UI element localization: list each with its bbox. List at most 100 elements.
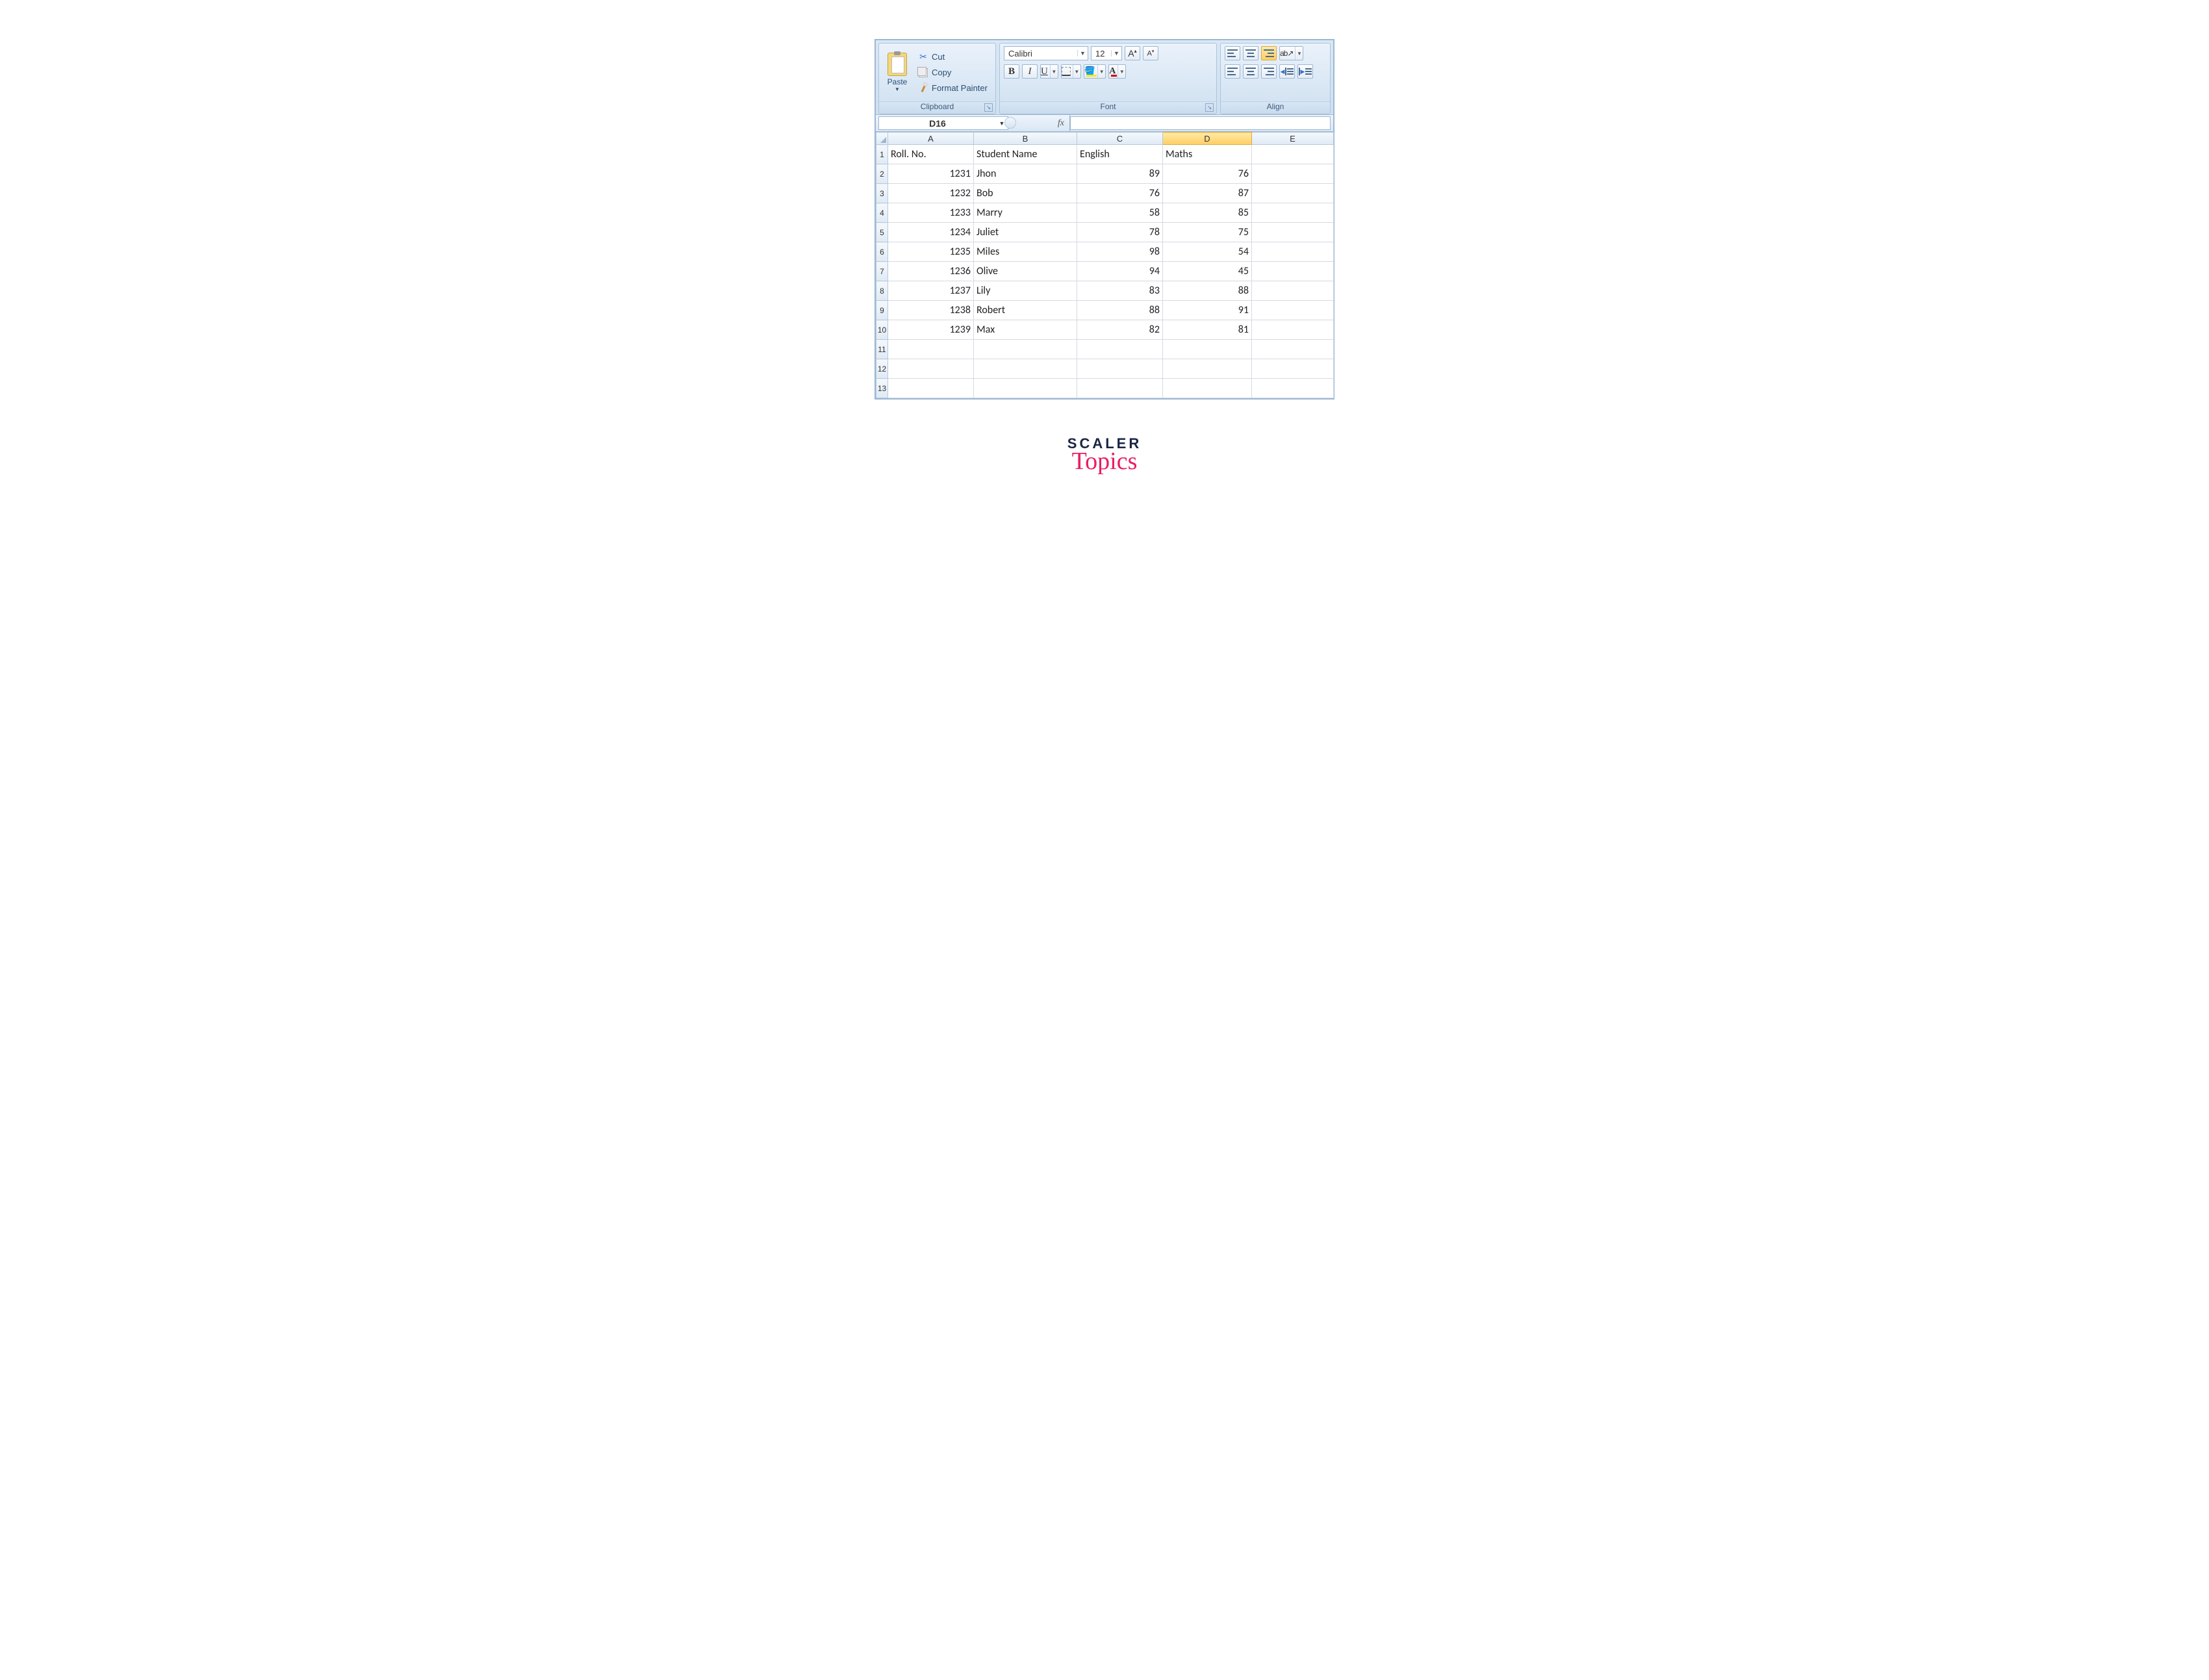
cell[interactable]: 78: [1077, 223, 1163, 242]
cell[interactable]: [1163, 359, 1252, 379]
cell[interactable]: Max: [974, 320, 1077, 340]
align-middle-button[interactable]: [1243, 46, 1258, 60]
select-all-corner[interactable]: [876, 133, 888, 145]
cell[interactable]: [1252, 301, 1334, 320]
copy-button[interactable]: Copy: [915, 66, 990, 79]
row-header[interactable]: 8: [876, 281, 888, 301]
cell[interactable]: 1237: [888, 281, 974, 301]
cell[interactable]: Juliet: [974, 223, 1077, 242]
cell[interactable]: [1163, 379, 1252, 398]
chevron-down-icon[interactable]: ▼: [1077, 50, 1088, 57]
cell[interactable]: [1077, 359, 1163, 379]
cell[interactable]: [1252, 242, 1334, 262]
increase-indent-button[interactable]: ▶: [1297, 64, 1313, 79]
cell[interactable]: 94: [1077, 262, 1163, 281]
cell[interactable]: 1235: [888, 242, 974, 262]
cell[interactable]: [1077, 379, 1163, 398]
cell[interactable]: 76: [1077, 184, 1163, 203]
chevron-down-icon[interactable]: ▼: [1050, 65, 1058, 78]
cell[interactable]: 85: [1163, 203, 1252, 223]
cell[interactable]: 1233: [888, 203, 974, 223]
row-header[interactable]: 7: [876, 262, 888, 281]
cell[interactable]: [974, 340, 1077, 359]
cell[interactable]: 76: [1163, 164, 1252, 184]
column-header-b[interactable]: B: [974, 133, 1077, 145]
chevron-down-icon[interactable]: ▼: [1073, 65, 1080, 78]
cell[interactable]: 87: [1163, 184, 1252, 203]
cell[interactable]: English: [1077, 145, 1163, 164]
cell[interactable]: 1236: [888, 262, 974, 281]
clipboard-launcher-icon[interactable]: ↘: [984, 103, 993, 112]
align-bottom-button[interactable]: [1261, 46, 1277, 60]
row-header[interactable]: 4: [876, 203, 888, 223]
row-header[interactable]: 2: [876, 164, 888, 184]
cell[interactable]: Olive: [974, 262, 1077, 281]
grow-font-button[interactable]: A▴: [1125, 46, 1140, 60]
cell[interactable]: 54: [1163, 242, 1252, 262]
cell[interactable]: [1252, 262, 1334, 281]
borders-button[interactable]: ▼: [1061, 64, 1081, 79]
column-header-a[interactable]: A: [888, 133, 974, 145]
cut-button[interactable]: ✂ Cut: [915, 51, 990, 64]
shrink-font-button[interactable]: A▾: [1143, 46, 1158, 60]
fill-color-button[interactable]: 🪣▼: [1084, 64, 1106, 79]
cell[interactable]: [1252, 281, 1334, 301]
cell[interactable]: [888, 340, 974, 359]
row-header[interactable]: 12: [876, 359, 888, 379]
cell[interactable]: Roll. No.: [888, 145, 974, 164]
bold-button[interactable]: B: [1004, 64, 1019, 79]
row-header[interactable]: 3: [876, 184, 888, 203]
cell[interactable]: 45: [1163, 262, 1252, 281]
font-name-combo[interactable]: Calibri ▼: [1004, 46, 1088, 60]
font-launcher-icon[interactable]: ↘: [1205, 103, 1214, 112]
cell[interactable]: Robert: [974, 301, 1077, 320]
row-header[interactable]: 1: [876, 145, 888, 164]
row-header[interactable]: 10: [876, 320, 888, 340]
cell[interactable]: [974, 359, 1077, 379]
cell[interactable]: [1252, 203, 1334, 223]
chevron-down-icon[interactable]: ▼: [1117, 65, 1125, 78]
name-box[interactable]: D16 ▼: [878, 116, 1008, 130]
font-color-button[interactable]: A▼: [1108, 64, 1126, 79]
cell[interactable]: Maths: [1163, 145, 1252, 164]
cell[interactable]: Marry: [974, 203, 1077, 223]
font-size-combo[interactable]: 12 ▼: [1091, 46, 1122, 60]
cell[interactable]: 75: [1163, 223, 1252, 242]
cell[interactable]: [974, 379, 1077, 398]
cell[interactable]: 81: [1163, 320, 1252, 340]
row-header[interactable]: 5: [876, 223, 888, 242]
chevron-down-icon[interactable]: ▼: [1111, 50, 1121, 57]
column-header-d[interactable]: D: [1163, 133, 1252, 145]
cell[interactable]: 83: [1077, 281, 1163, 301]
cell[interactable]: Jhon: [974, 164, 1077, 184]
cell[interactable]: [1252, 184, 1334, 203]
cell[interactable]: 1238: [888, 301, 974, 320]
cell[interactable]: [1077, 340, 1163, 359]
cell[interactable]: Bob: [974, 184, 1077, 203]
cell[interactable]: [1252, 164, 1334, 184]
row-header[interactable]: 6: [876, 242, 888, 262]
cell[interactable]: [1163, 340, 1252, 359]
cell[interactable]: 89: [1077, 164, 1163, 184]
cell[interactable]: [1252, 223, 1334, 242]
column-header-e[interactable]: E: [1252, 133, 1334, 145]
row-header[interactable]: 13: [876, 379, 888, 398]
row-header[interactable]: 9: [876, 301, 888, 320]
paste-button[interactable]: Paste ▼: [883, 46, 912, 99]
cell[interactable]: 88: [1077, 301, 1163, 320]
align-left-button[interactable]: [1225, 64, 1240, 79]
cell[interactable]: [888, 379, 974, 398]
cell[interactable]: 91: [1163, 301, 1252, 320]
fx-icon[interactable]: fx: [1058, 118, 1064, 129]
cell[interactable]: 58: [1077, 203, 1163, 223]
cell[interactable]: [1252, 340, 1334, 359]
decrease-indent-button[interactable]: ◀: [1279, 64, 1295, 79]
column-header-c[interactable]: C: [1077, 133, 1163, 145]
chevron-down-icon[interactable]: ▼: [1097, 65, 1105, 78]
cell[interactable]: [888, 359, 974, 379]
chevron-down-icon[interactable]: ▼: [1295, 47, 1303, 60]
cell[interactable]: 1239: [888, 320, 974, 340]
underline-button[interactable]: U▼: [1040, 64, 1058, 79]
italic-button[interactable]: I: [1022, 64, 1038, 79]
row-header[interactable]: 11: [876, 340, 888, 359]
